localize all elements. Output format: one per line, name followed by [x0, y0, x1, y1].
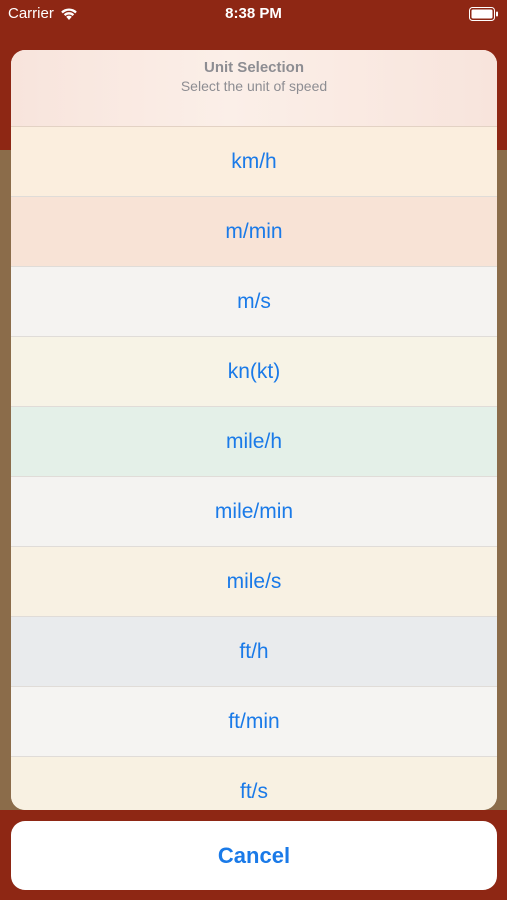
unit-option[interactable]: m/s — [11, 267, 497, 337]
unit-option-label: mile/s — [226, 569, 282, 593]
unit-option[interactable]: mile/h — [11, 407, 497, 477]
sheet-message: Select the unit of speed — [180, 78, 328, 94]
unit-option-label: mile/min — [214, 499, 294, 523]
unit-option-label: m/min — [225, 219, 283, 243]
unit-option-label: ft/s — [239, 779, 268, 803]
unit-action-sheet: Unit Selection Select the unit of speed … — [11, 50, 497, 810]
unit-option[interactable]: m/min — [11, 197, 497, 267]
status-time: 8:38 PM — [225, 5, 282, 22]
unit-option[interactable]: mile/min — [11, 477, 497, 547]
unit-option-label: km/h — [231, 149, 277, 173]
unit-option[interactable]: kn(kt) — [11, 337, 497, 407]
unit-option[interactable]: mile/s — [11, 547, 497, 617]
sheet-header: Unit Selection Select the unit of speed — [11, 50, 497, 127]
status-bar: Carrier 8:38 PM — [0, 0, 507, 28]
unit-option[interactable]: ft/h — [11, 617, 497, 687]
battery-icon — [469, 7, 498, 21]
sheet-title: Unit Selection — [203, 59, 304, 76]
cancel-button[interactable]: Cancel — [11, 821, 497, 890]
unit-option[interactable]: ft/s — [11, 757, 497, 810]
options-list: km/h m/min m/s kn(kt) mile/h mile/min mile/s ft… — [11, 127, 497, 810]
unit-option-label: ft/min — [228, 709, 280, 733]
unit-option-label: kn(kt) — [227, 359, 281, 383]
unit-option[interactable]: km/h — [11, 127, 497, 197]
unit-option-label: mile/h — [225, 429, 283, 453]
unit-option-label: m/s — [237, 289, 271, 313]
unit-option[interactable]: ft/min — [11, 687, 497, 757]
unit-option-label: ft/h — [239, 639, 269, 663]
